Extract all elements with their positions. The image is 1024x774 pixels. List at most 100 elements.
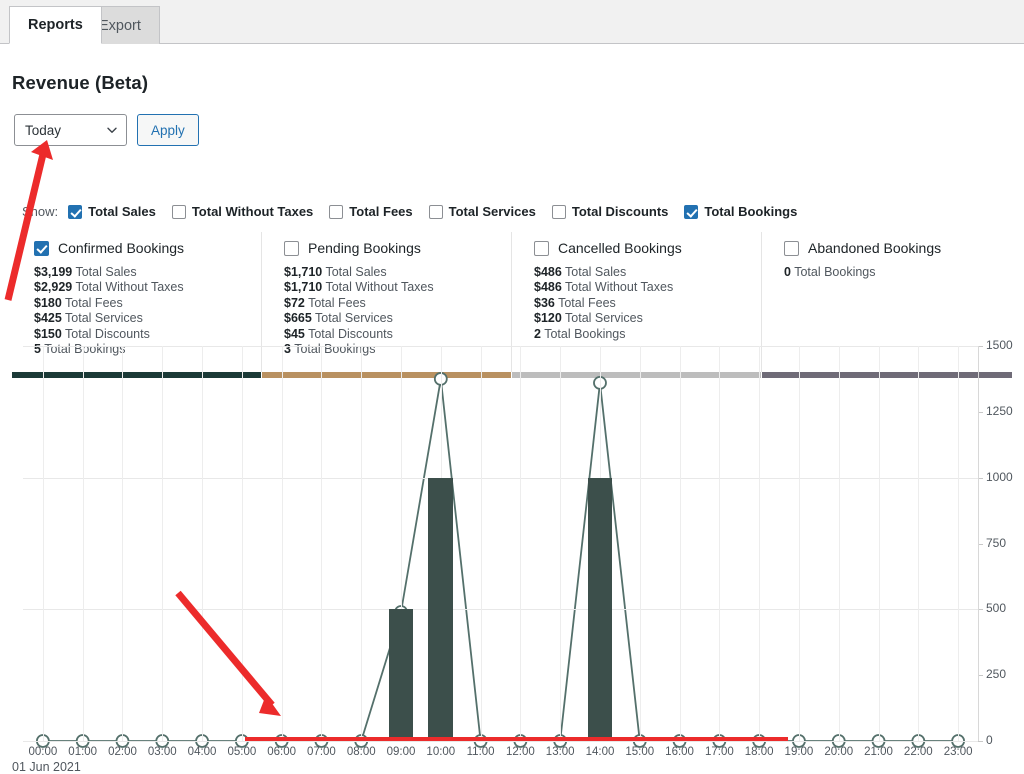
gridline-horizontal <box>23 741 978 742</box>
filter-total-sales[interactable]: Total Sales <box>68 204 156 219</box>
filter-total-discounts[interactable]: Total Discounts <box>551 204 669 219</box>
card-header[interactable]: Cancelled Bookings <box>534 240 761 256</box>
filter-label: Total Without Taxes <box>191 204 314 219</box>
metric-label: Total Fees <box>304 295 366 310</box>
filter-total-services[interactable]: Total Services <box>428 204 536 219</box>
gridline-horizontal <box>23 609 978 611</box>
metric-label: Total Without Taxes <box>72 280 184 295</box>
gridline-vertical <box>480 346 482 741</box>
card-metric: $36 Total Fees <box>534 296 761 311</box>
chart-plot-area: 0123025050075010001250150000:0001:0002:0… <box>23 338 1013 758</box>
filter-total-without-taxes[interactable]: Total Without Taxes <box>171 204 314 219</box>
card-checkbox[interactable] <box>34 240 49 256</box>
y-axis-right-tick-label: 0 <box>986 733 993 747</box>
metric-amount: $120 <box>534 311 562 326</box>
checkbox[interactable] <box>551 204 566 219</box>
date-range-select[interactable]: Today <box>14 114 127 146</box>
card-metric: $1,710 Total Sales <box>284 265 511 280</box>
gridline-vertical <box>82 346 84 741</box>
chevron-down-icon <box>107 127 117 133</box>
checkbox[interactable] <box>329 204 344 219</box>
card-title: Confirmed Bookings <box>58 240 185 256</box>
tab-export-label: Export <box>99 17 141 34</box>
gridline-vertical <box>281 346 283 741</box>
metric-label: Total Services <box>311 311 393 326</box>
chart-series-layer <box>35 372 966 748</box>
metric-amount: $1,710 <box>284 280 323 295</box>
gridline-vertical <box>162 346 164 741</box>
card-metric: $425 Total Services <box>34 311 261 326</box>
checkbox[interactable] <box>428 204 443 219</box>
gridline-vertical <box>361 346 363 741</box>
metric-label: Total Fees <box>61 295 123 310</box>
card-metric: $3,199 Total Sales <box>34 265 261 280</box>
card-checkbox[interactable] <box>284 240 299 256</box>
metric-amount: $425 <box>34 311 62 326</box>
card-metric: $120 Total Services <box>534 311 761 326</box>
gridline-vertical <box>679 346 681 741</box>
metric-amount: $72 <box>284 295 305 310</box>
y-axis-right-tick-label: 1250 <box>986 403 1013 418</box>
chart-bar <box>388 609 414 741</box>
tab-bar: Reports Export <box>0 0 1024 44</box>
checkbox[interactable] <box>684 204 699 219</box>
checkbox[interactable] <box>68 204 83 219</box>
card-metric: $486 Total Sales <box>534 265 761 280</box>
card-checkbox[interactable] <box>534 240 549 256</box>
card-metric: $2,929 Total Without Taxes <box>34 280 261 295</box>
gridline-vertical <box>122 346 124 741</box>
tab-reports[interactable]: Reports <box>9 6 102 44</box>
gridline-vertical <box>321 346 323 741</box>
y-axis-right-spine <box>978 346 979 741</box>
checkbox[interactable] <box>171 204 186 219</box>
y-axis-right-tick-label: 750 <box>986 535 1007 550</box>
gridline-vertical <box>202 346 204 741</box>
y-axis-right-tick-label: 250 <box>986 667 1007 682</box>
card-title: Cancelled Bookings <box>558 240 682 256</box>
metric-amount: $2,929 <box>34 280 73 295</box>
y-axis-right-tick-label: 500 <box>986 601 1007 616</box>
apply-button[interactable]: Apply <box>137 114 199 146</box>
gridline-vertical <box>958 346 960 741</box>
metric-label: Total Services <box>561 311 643 326</box>
y-axis-right-tick-label: 1500 <box>986 338 1013 352</box>
revenue-chart: 0123025050075010001250150000:0001:0002:0… <box>0 334 1024 774</box>
card-metric: $665 Total Services <box>284 311 511 326</box>
filter-label: Total Fees <box>349 204 413 219</box>
chart-line <box>42 378 959 742</box>
gridline-horizontal <box>23 346 978 347</box>
filter-total-bookings[interactable]: Total Bookings <box>684 204 797 219</box>
filter-total-fees[interactable]: Total Fees <box>329 204 413 219</box>
metric-amount: $665 <box>284 311 312 326</box>
show-label: Show: <box>22 204 59 219</box>
gridline-vertical <box>759 346 761 741</box>
gridline-vertical <box>878 346 880 741</box>
date-range-value: Today <box>25 122 62 138</box>
card-title: Abandoned Bookings <box>808 240 942 256</box>
metric-amount: $36 <box>534 295 555 310</box>
metric-amount: $3,199 <box>34 265 73 279</box>
x-axis-tick-label: 23:00 <box>943 746 973 758</box>
gridline-vertical <box>42 346 44 741</box>
y-axis-right-tickmark <box>978 741 983 742</box>
gridline-vertical <box>520 346 522 741</box>
metric-label: Total Without Taxes <box>561 280 674 295</box>
card-header[interactable]: Confirmed Bookings <box>34 240 261 256</box>
card-title: Pending Bookings <box>308 240 421 256</box>
card-metric: $72 Total Fees <box>284 296 511 311</box>
gridline-vertical <box>798 346 800 741</box>
gridline-horizontal <box>23 477 978 479</box>
card-metric: $486 Total Without Taxes <box>534 280 761 295</box>
card-metric: $180 Total Fees <box>34 296 261 311</box>
filter-label: Total Discounts <box>571 204 669 219</box>
card-header[interactable]: Pending Bookings <box>284 240 511 256</box>
filter-label: Total Services <box>448 204 536 219</box>
metric-amount: $486 <box>534 280 562 295</box>
gridline-vertical <box>918 346 920 741</box>
metric-amount: $1,710 <box>284 265 323 279</box>
card-header[interactable]: Abandoned Bookings <box>784 240 1012 256</box>
gridline-vertical <box>560 346 562 741</box>
show-filters-row: Show: Total Sales Total Without Taxes Tota… <box>22 204 813 219</box>
chart-date-label: 01 Jun 2021 <box>12 760 81 774</box>
card-checkbox[interactable] <box>784 240 799 256</box>
